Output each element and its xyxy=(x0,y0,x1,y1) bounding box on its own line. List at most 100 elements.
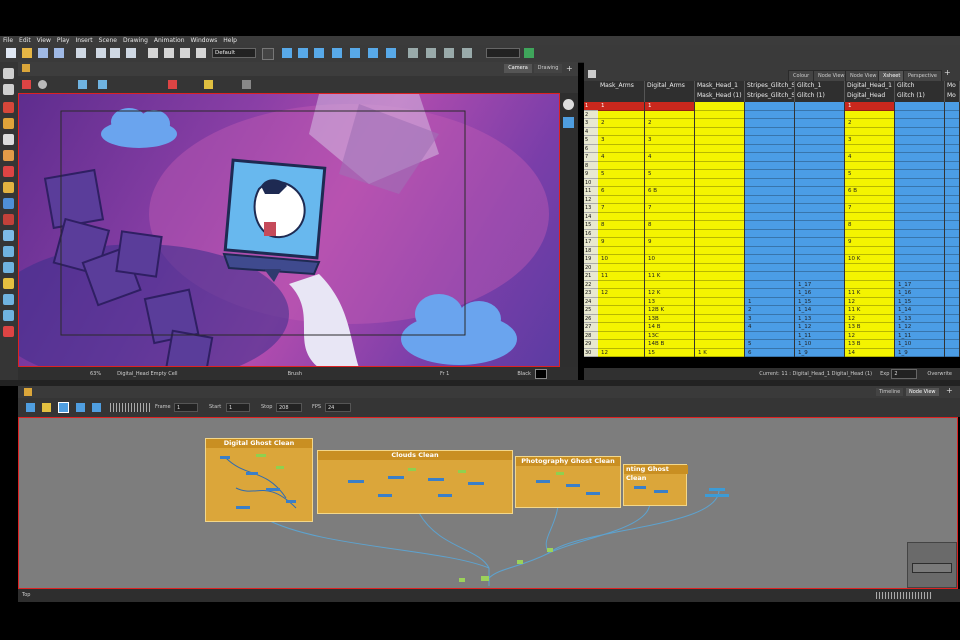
render-icon[interactable] xyxy=(524,48,534,58)
xsheet-cell[interactable]: 12 K xyxy=(645,289,694,298)
xsheet-cell[interactable] xyxy=(695,111,744,119)
hand-tool-icon[interactable] xyxy=(3,326,14,337)
row-number[interactable]: 4 xyxy=(584,127,598,136)
settings-gear-icon[interactable] xyxy=(38,80,47,89)
xsheet-cell[interactable] xyxy=(645,179,694,187)
row-number[interactable]: 29 xyxy=(584,340,598,349)
node-zoom-slider[interactable] xyxy=(876,592,932,599)
xsheet-cell[interactable]: 12B K xyxy=(645,306,694,315)
xsheet-cell[interactable] xyxy=(845,272,894,281)
xsheet-cell[interactable] xyxy=(945,230,959,238)
xsheet-cell[interactable]: 9 xyxy=(598,238,644,247)
xsheet-cell[interactable] xyxy=(845,196,894,204)
xsheet-cell[interactable] xyxy=(745,213,794,221)
row-number[interactable]: 26 xyxy=(584,314,598,323)
save-all-icon[interactable] xyxy=(54,48,64,58)
workspace-preset-select[interactable]: Default xyxy=(212,48,256,58)
backdrop-clouds[interactable]: Clouds Clean xyxy=(317,450,513,514)
xsheet-cell[interactable] xyxy=(895,230,944,238)
xsheet-cell[interactable] xyxy=(895,255,944,264)
xsheet-cell[interactable] xyxy=(645,196,694,204)
xsheet-cell[interactable] xyxy=(945,247,959,255)
xsheet-cell[interactable]: 2 xyxy=(598,119,644,128)
xsheet-cell[interactable] xyxy=(745,170,794,179)
xsheet-cell[interactable] xyxy=(745,119,794,128)
row-number[interactable]: 7 xyxy=(584,153,598,162)
paste-icon[interactable] xyxy=(164,48,174,58)
animate-icon[interactable] xyxy=(282,48,292,58)
xsheet-cell[interactable] xyxy=(845,247,894,255)
xsheet-cell[interactable] xyxy=(895,179,944,187)
menu-windows[interactable]: Windows xyxy=(191,37,218,44)
xsheet-cell[interactable] xyxy=(745,255,794,264)
xsheet-cell[interactable] xyxy=(645,111,694,119)
xsheet-cell[interactable] xyxy=(745,221,794,230)
xsheet-cell[interactable] xyxy=(745,153,794,162)
xsheet-cell[interactable] xyxy=(895,145,944,153)
xsheet-cell[interactable] xyxy=(795,153,844,162)
xsheet-grid[interactable]: 1 2 3 4 5 6 7 8 9 10 11 12 13 14 15 16 17 18 19 20 21 22 23 24 2… xyxy=(584,102,960,357)
xsheet-cell[interactable] xyxy=(745,204,794,213)
xsheet-cell[interactable] xyxy=(945,196,959,204)
xsheet-cell[interactable]: 1_11 xyxy=(795,332,844,340)
xsheet-cell[interactable]: 4 xyxy=(845,153,894,162)
xsheet-cell[interactable] xyxy=(795,119,844,128)
xsheet-cell[interactable]: 7 xyxy=(845,204,894,213)
xsheet-cell[interactable]: 14 xyxy=(845,349,894,357)
dropper-tool-icon[interactable] xyxy=(3,246,14,257)
navigator-viewport[interactable] xyxy=(912,563,952,573)
menu-insert[interactable]: Insert xyxy=(75,37,92,44)
row-number[interactable]: 20 xyxy=(584,263,598,272)
xsheet-cell[interactable] xyxy=(598,162,644,170)
row-number[interactable]: 21 xyxy=(584,272,598,281)
redo-icon[interactable] xyxy=(126,48,136,58)
xsheet-cell[interactable]: 12 xyxy=(845,315,894,323)
xsheet-cell[interactable] xyxy=(695,145,744,153)
xsheet-cell[interactable]: 1_13 xyxy=(895,315,944,323)
onion-skin-icon[interactable] xyxy=(462,48,472,58)
xsheet-cell[interactable] xyxy=(695,119,744,128)
xsheet-cell[interactable] xyxy=(945,349,959,357)
xsheet-cell[interactable]: 1_9 xyxy=(895,349,944,357)
xsheet-cell[interactable] xyxy=(895,221,944,230)
xsheet-cell[interactable] xyxy=(945,170,959,179)
xsheet-cell[interactable] xyxy=(945,213,959,221)
transform-tool-icon[interactable] xyxy=(3,278,14,289)
xsheet-cell[interactable] xyxy=(598,332,644,340)
stroke-tool-icon[interactable] xyxy=(3,214,14,225)
xsheet-cell[interactable] xyxy=(945,298,959,306)
xsheet-cell[interactable] xyxy=(795,179,844,187)
xsheet-cell[interactable] xyxy=(945,272,959,281)
row-number[interactable]: 8 xyxy=(584,161,598,170)
xsheet-cell[interactable]: 6 B xyxy=(645,187,694,196)
xsheet-cell[interactable]: 5 xyxy=(845,170,894,179)
xsheet-cell[interactable]: 1 xyxy=(845,102,894,111)
text-tool-icon[interactable] xyxy=(3,134,14,145)
xsheet-cell[interactable] xyxy=(795,196,844,204)
row-number[interactable]: 10 xyxy=(584,178,598,187)
xsheet-cell[interactable] xyxy=(598,340,644,349)
xsheet-cell[interactable] xyxy=(598,315,644,323)
xsheet-cell[interactable] xyxy=(745,102,794,111)
xsheet-cell[interactable] xyxy=(945,332,959,340)
xsheet-cell[interactable]: 6 xyxy=(598,187,644,196)
row-number[interactable]: 30 xyxy=(584,348,598,357)
menu-file[interactable]: File xyxy=(3,37,13,44)
xsheet-cell[interactable] xyxy=(795,255,844,264)
xsheet-cell[interactable] xyxy=(745,247,794,255)
xsheet-cell[interactable] xyxy=(945,204,959,213)
xsheet-cell[interactable]: 8 xyxy=(645,221,694,230)
xsheet-cell[interactable] xyxy=(745,196,794,204)
xsheet-cell[interactable] xyxy=(745,230,794,238)
xsheet-column-header[interactable]: Mask_Head_1 Mask_Head (1) xyxy=(695,81,745,102)
xsheet-cell[interactable] xyxy=(945,145,959,153)
xsheet-cell[interactable] xyxy=(795,170,844,179)
xsheet-cell[interactable] xyxy=(895,204,944,213)
xsheet-cell[interactable]: 3 xyxy=(845,136,894,145)
pencil-tool-icon[interactable] xyxy=(3,118,14,129)
xsheet-cell[interactable]: 1_14 xyxy=(795,306,844,315)
xsheet-cell[interactable] xyxy=(795,221,844,230)
xsheet-cell[interactable] xyxy=(645,145,694,153)
xsheet-cell[interactable] xyxy=(598,264,644,272)
row-number[interactable]: 18 xyxy=(584,246,598,255)
